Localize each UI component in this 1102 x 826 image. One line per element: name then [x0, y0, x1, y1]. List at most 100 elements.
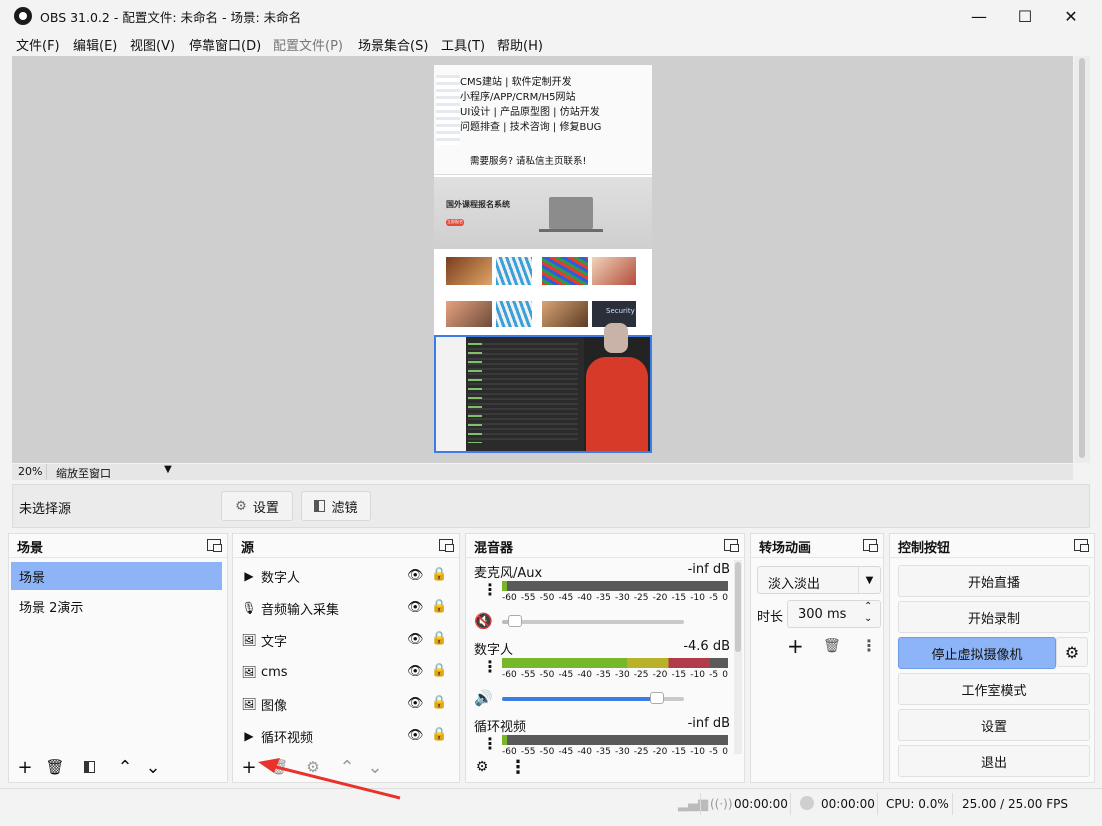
preview-canvas[interactable]: CMS建站 | 软件定制开发 小程序/APP/CRM/H5网站 UI设计 | 产… [12, 56, 1073, 463]
stepper-up-icon[interactable]: ⌃ [864, 601, 872, 612]
menu-docks[interactable]: 停靠窗口(D) [189, 35, 261, 54]
lock-icon[interactable]: 🔒 [431, 663, 447, 678]
add-scene-icon[interactable]: + [13, 756, 37, 778]
exit-button[interactable]: 退出 [898, 745, 1090, 777]
lock-icon[interactable]: 🔒 [431, 727, 447, 742]
speaker-icon[interactable]: 🔊 [474, 689, 493, 707]
tick-label: -45 [558, 593, 574, 603]
advanced-audio-icon[interactable]: ⚙ [470, 756, 494, 778]
menu-tools[interactable]: 工具(T) [441, 35, 485, 54]
undock-icon[interactable] [1074, 539, 1089, 552]
source-filters-button[interactable]: 滤镜 [301, 491, 371, 521]
source-item[interactable]: 🖼 图像 👁 🔒 [241, 690, 447, 718]
tick-label: -40 [577, 593, 593, 603]
transition-menu-icon[interactable]: ⋮ [861, 636, 877, 655]
source-item[interactable]: 🖼 cms 👁 🔒 [241, 658, 447, 686]
lock-icon[interactable]: 🔒 [431, 695, 447, 710]
play-icon: ▶ [244, 569, 254, 583]
add-source-icon[interactable]: + [237, 756, 261, 778]
filter-icon [314, 500, 326, 512]
visibility-eye-icon[interactable]: 👁 [407, 600, 424, 615]
undock-icon[interactable] [439, 539, 454, 552]
visibility-eye-icon[interactable]: 👁 [407, 632, 424, 647]
undock-icon[interactable] [863, 539, 878, 552]
tick-label: -40 [577, 670, 593, 680]
settings-button[interactable]: 设置 [898, 709, 1090, 741]
stop-virtual-camera-button[interactable]: 停止虚拟摄像机 [898, 637, 1056, 669]
lock-icon[interactable]: 🔒 [431, 631, 447, 646]
thumbnail-image [446, 301, 492, 327]
source-item[interactable]: 🖼 文字 👁 🔒 [241, 626, 447, 654]
remove-scene-icon[interactable]: 🗑 [43, 756, 67, 778]
zoom-level[interactable]: 20% [18, 465, 42, 478]
zoom-mode[interactable]: 缩放至窗口 [56, 465, 111, 481]
tick-label: -50 [539, 593, 555, 603]
volume-meter [502, 658, 728, 668]
minimize-button[interactable]: — [956, 0, 1002, 32]
status-bar: ▂▄▆ ((·)) 00:00:00 00:00:00 CPU: 0.0% 25… [0, 788, 1102, 818]
channel-menu-icon[interactable]: ⋮ [482, 734, 498, 753]
close-button[interactable]: ✕ [1048, 0, 1094, 32]
menu-file[interactable]: 文件(F) [16, 35, 60, 54]
start-streaming-button[interactable]: 开始直播 [898, 565, 1090, 597]
slider-knob[interactable] [507, 615, 522, 627]
menu-scene-collection[interactable]: 场景集合(S) [358, 35, 428, 54]
gear-icon: ⚙ [235, 498, 247, 514]
move-down-icon[interactable]: ⌄ [141, 756, 165, 778]
menu-help[interactable]: 帮助(H) [497, 35, 543, 54]
lock-icon[interactable]: 🔒 [431, 567, 447, 582]
menu-profile[interactable]: 配置文件(P) [273, 35, 343, 54]
undock-icon[interactable] [207, 539, 222, 552]
visibility-eye-icon[interactable]: 👁 [407, 664, 424, 679]
duration-value: 300 ms [798, 607, 847, 622]
move-up-icon[interactable]: ⌃ [335, 756, 359, 778]
overlay-line: 小程序/APP/CRM/H5网站 [460, 92, 576, 103]
start-recording-button[interactable]: 开始录制 [898, 601, 1090, 633]
source-item[interactable]: ▶ 数字人 👁 🔒 [241, 562, 447, 590]
selected-source-frame[interactable] [434, 323, 652, 453]
preview-scrollbar[interactable] [1074, 56, 1090, 463]
zoom-dropdown-icon[interactable]: ▼ [158, 464, 178, 480]
visibility-eye-icon[interactable]: 👁 [407, 728, 424, 743]
stepper-down-icon[interactable]: ⌄ [864, 613, 872, 624]
scene-item[interactable]: 场景 [11, 562, 222, 590]
remove-transition-icon[interactable]: 🗑 [823, 638, 841, 654]
add-transition-icon[interactable]: + [787, 634, 804, 658]
meter-ticks: -60 -55 -50 -45 -40 -35 -30 -25 -20 -15 -10 -5 0 [502, 670, 728, 682]
source-item[interactable]: ▶ 循环视频 👁 🔒 [241, 722, 447, 750]
tick-label: -5 [709, 670, 719, 680]
maximize-button[interactable]: ☐ [1002, 0, 1048, 32]
menu-view[interactable]: 视图(V) [130, 35, 175, 54]
move-down-icon[interactable]: ⌄ [363, 756, 387, 778]
lock-icon[interactable]: 🔒 [431, 599, 447, 614]
scrollbar-thumb[interactable] [1079, 58, 1085, 458]
source-settings-button[interactable]: ⚙ 设置 [221, 491, 293, 521]
mixer-menu-icon[interactable]: ⋮ [506, 756, 530, 778]
channel-name: 循环视频 [474, 720, 527, 735]
studio-mode-button[interactable]: 工作室模式 [898, 673, 1090, 705]
scene-filters-icon[interactable] [77, 756, 101, 778]
remove-source-icon[interactable]: 🗑 [267, 756, 291, 778]
duration-stepper[interactable]: 300 ms ⌃ ⌄ [787, 600, 881, 628]
transitions-dock: 转场动画 淡入淡出 ▼ 时长 300 ms ⌃ ⌄ + 🗑 ⋮ [750, 533, 884, 783]
move-up-icon[interactable]: ⌃ [113, 756, 137, 778]
visibility-eye-icon[interactable]: 👁 [407, 696, 424, 711]
visibility-eye-icon[interactable]: 👁 [407, 568, 424, 583]
tick-label: -55 [520, 670, 536, 680]
transition-type-select[interactable]: 淡入淡出 ▼ [757, 566, 881, 594]
source-properties-icon[interactable]: ⚙ [301, 756, 325, 778]
slider-knob[interactable] [649, 692, 664, 704]
source-item[interactable]: 🎙 音频输入采集 👁 🔒 [241, 594, 447, 622]
mixer-scrollbar[interactable] [734, 560, 742, 754]
menu-edit[interactable]: 编辑(E) [73, 35, 117, 54]
volume-slider[interactable] [502, 615, 684, 627]
image-icon: 🖼 [241, 697, 257, 711]
fps-counter: 25.00 / 25.00 FPS [962, 797, 1068, 811]
scene-item[interactable]: 场景 2演示 [11, 592, 222, 620]
scrollbar-thumb[interactable] [735, 562, 741, 652]
volume-slider[interactable] [502, 692, 684, 704]
channel-menu-icon[interactable]: ⋮ [482, 580, 498, 599]
virtual-camera-settings-gear-icon[interactable]: ⚙ [1056, 637, 1088, 667]
muted-speaker-icon[interactable]: 🔇 [474, 612, 493, 630]
channel-menu-icon[interactable]: ⋮ [482, 657, 498, 676]
